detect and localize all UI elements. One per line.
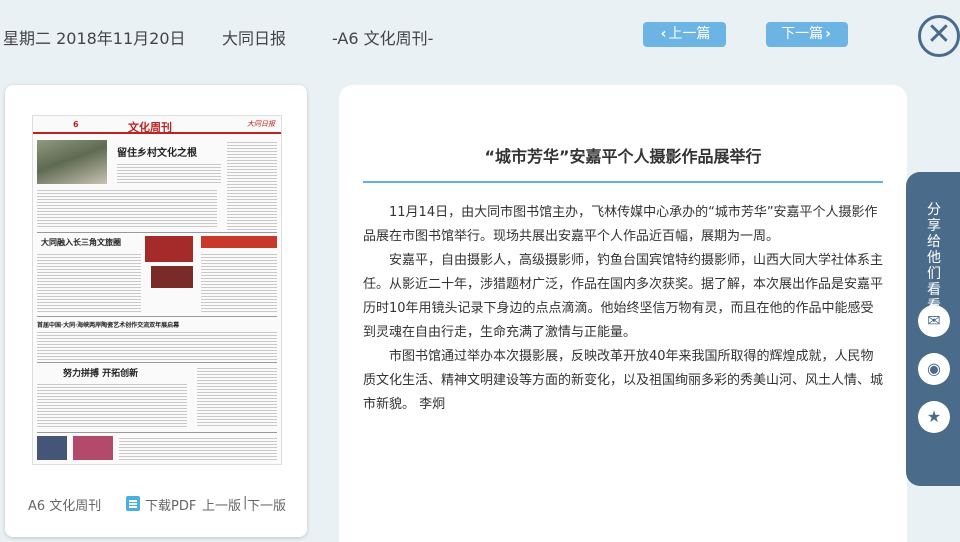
prev-article-label: 上一篇	[668, 26, 711, 42]
thumbnail-rule	[37, 232, 277, 233]
thumbnail-headline: 努力拼搏 开拓创新	[63, 369, 139, 379]
chevron-right-icon: ›	[825, 26, 831, 42]
thumbnail-headline: 大同融入长三角文旅圈	[41, 237, 121, 247]
thumbnail-ad-image	[73, 436, 113, 460]
article-paragraph: 市图书馆通过举办本次摄影展，反映改革开放40年来我国所取得的辉煌成就，人民物质文…	[363, 349, 884, 412]
title-divider	[363, 181, 883, 183]
thumbnail-headline: 留住乡村文化之根	[117, 148, 197, 159]
article-body: 11月14日，由大同市图书馆主办，飞林传媒中心承办的“城市芳华”安嘉平个人摄影作…	[363, 201, 883, 417]
favorite-icon[interactable]: ★	[918, 401, 950, 433]
thumbnail-page-label: A6 文化周刊	[28, 499, 102, 514]
thumbnail-masthead: 文化周刊	[128, 121, 172, 134]
share-sidebar: 分享给他们看看 ✉ ◉ ★	[906, 172, 960, 486]
chevron-left-icon: ‹	[660, 26, 667, 42]
thumbnail-photo	[37, 140, 107, 184]
article-paragraph: 11月14日，由大同市图书馆主办，飞林传媒中心承办的“城市芳华”安嘉平个人摄影作…	[363, 205, 878, 244]
thumbnail-text-block	[227, 140, 277, 230]
next-article-label: 下一篇	[781, 26, 824, 42]
thumbnail-ad-banner	[201, 236, 277, 248]
thumbnail-text-block	[37, 252, 141, 312]
thumbnail-rule	[37, 362, 277, 363]
article-panel: “城市芳华”安嘉平个人摄影作品展举行 11月14日，由大同市图书馆主办，飞林传媒…	[339, 85, 907, 542]
page-label: -A6 文化周刊-	[332, 29, 434, 48]
next-article-button[interactable]: 下一篇 ›	[766, 22, 848, 47]
newspaper-page-thumbnail[interactable]: 6 文化周刊 大同日报 留住乡村文化之根 大同融入长三角文旅圈 首届中国·大同·…	[32, 115, 282, 465]
close-icon[interactable]: ✕	[918, 15, 960, 57]
page-thumbnail-card: 6 文化周刊 大同日报 留住乡村文化之根 大同融入长三角文旅圈 首届中国·大同·…	[5, 85, 307, 537]
thumbnail-newspaper-logo: 大同日报	[247, 120, 275, 128]
thumbnail-ad-image	[37, 436, 67, 460]
prev-article-button[interactable]: ‹ 上一篇	[643, 22, 726, 47]
thumbnail-page-number: 6	[73, 120, 79, 129]
thumbnail-headline: 首届中国·大同·海峡两岸陶瓷艺术创作交流双年展启幕	[37, 322, 180, 329]
article-paragraph: 安嘉平，自由摄影人，高级摄影师，钓鱼台国宾馆特约摄影师，山西大同大学社体系主任。…	[363, 253, 884, 340]
issue-date: 星期二 2018年11月20日	[3, 29, 186, 48]
next-page-link[interactable]: 下一版	[247, 495, 286, 514]
newspaper-name: 大同日报	[222, 29, 287, 48]
thumbnail-text-block	[119, 436, 277, 462]
thumbnail-ad-image	[151, 266, 193, 288]
thumbnail-text-block	[37, 188, 217, 228]
thumbnail-text-block	[197, 366, 277, 428]
thumbnail-rule	[37, 432, 277, 433]
thumbnail-text-block	[37, 382, 187, 428]
thumbnail-text-block	[117, 162, 221, 184]
article-title: “城市芳华”安嘉平个人摄影作品展举行	[484, 147, 762, 166]
wechat-icon[interactable]: ✉	[918, 305, 950, 337]
top-bar: 星期二 2018年11月20日 大同日报 -A6 文化周刊- ‹ 上一篇 下一篇 ›…	[0, 0, 960, 72]
thumbnail-text-block	[37, 330, 277, 360]
weibo-icon[interactable]: ◉	[918, 353, 950, 385]
share-label: 分享给他们看看	[927, 202, 941, 314]
thumbnail-ad-image	[145, 236, 193, 262]
thumbnail-rule	[37, 316, 277, 317]
download-pdf-link[interactable]: 下载PDF	[145, 495, 196, 514]
pdf-download-icon[interactable]	[126, 496, 140, 511]
thumbnail-text-block	[201, 252, 277, 312]
prev-page-link[interactable]: 上一版	[202, 495, 241, 514]
